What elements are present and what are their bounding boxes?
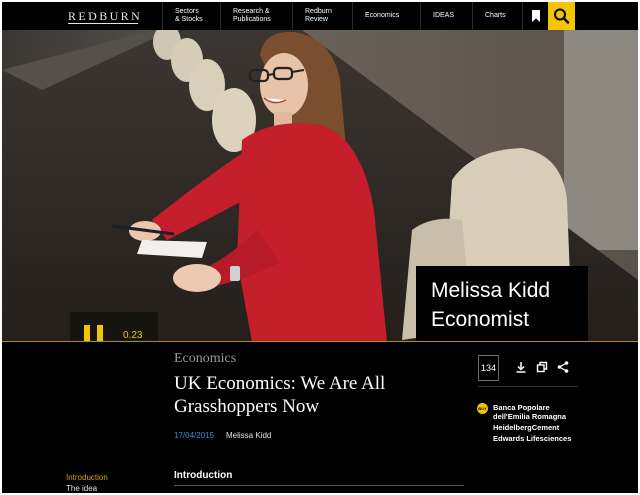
playback-time: 0.23 [123,330,143,341]
section-link-the-idea[interactable]: The idea [66,484,97,493]
pause-icon[interactable] [84,325,90,342]
nav-economics[interactable]: Economics [352,2,420,30]
page-count-badge: 134 [478,355,499,381]
nav-label: Publications [233,16,271,23]
company-link[interactable]: Banca Popolare [493,403,550,412]
nav-redburn-review[interactable]: Redburn Review [292,2,352,30]
speaker-name: Melissa Kidd [431,279,551,302]
page-frame: REDBURN Sectors & Stocks Research & Public… [2,2,638,493]
nav-label: Research & [233,8,270,15]
nav-sectors-stocks[interactable]: Sectors & Stocks [162,2,220,30]
share-icon[interactable] [556,360,570,374]
search-button[interactable] [548,2,575,30]
redburn-logo[interactable]: REDBURN [68,9,142,24]
introduction-heading: Introduction [174,470,233,481]
article-category[interactable]: Economics [174,351,236,367]
nav-label: & Stocks [175,16,203,23]
rating-badge: BUY [477,403,488,414]
section-link-introduction[interactable]: Introduction [66,473,108,482]
video-player[interactable]: 0.23 Melissa Kidd Economist [2,30,638,342]
nav-label: Review [305,16,328,23]
article-date[interactable]: 17/04/2015 [174,431,214,440]
speaker-caption: Melissa Kidd Economist [416,266,588,342]
tools-divider [478,386,578,387]
introduction-divider [174,485,464,486]
bookmark-icon [532,10,540,22]
company-link[interactable]: Edwards Lifesciences [493,434,571,443]
search-icon [554,8,570,24]
nav-research-publications[interactable]: Research & Publications [220,2,292,30]
download-icon[interactable] [514,360,528,374]
nav-label: Redburn [305,8,332,15]
nav-label: Charts [485,12,506,19]
company-link[interactable]: HeidelbergCement [493,423,559,432]
article-title: UK Economics: We Are All Grasshoppers No… [174,373,386,417]
bookmark-button[interactable] [522,2,549,30]
playback-control[interactable]: 0.23 [70,312,158,342]
speaker-role: Economist [431,308,530,331]
pause-icon-bar [97,325,103,342]
nav-label: IDEAS [433,12,455,19]
nav-label: Sectors [175,8,199,15]
copy-icon[interactable] [535,360,549,374]
hero-divider [2,341,638,342]
top-nav: REDBURN Sectors & Stocks Research & Public… [2,2,638,30]
nav-ideas[interactable]: IDEAS [420,2,472,30]
company-link[interactable]: dell'Emilia Romagna [493,412,566,421]
article-author[interactable]: Melissa Kidd [226,431,271,440]
nav-label: Economics [365,12,400,19]
logo-underline [68,23,138,24]
nav-charts[interactable]: Charts [472,2,522,30]
